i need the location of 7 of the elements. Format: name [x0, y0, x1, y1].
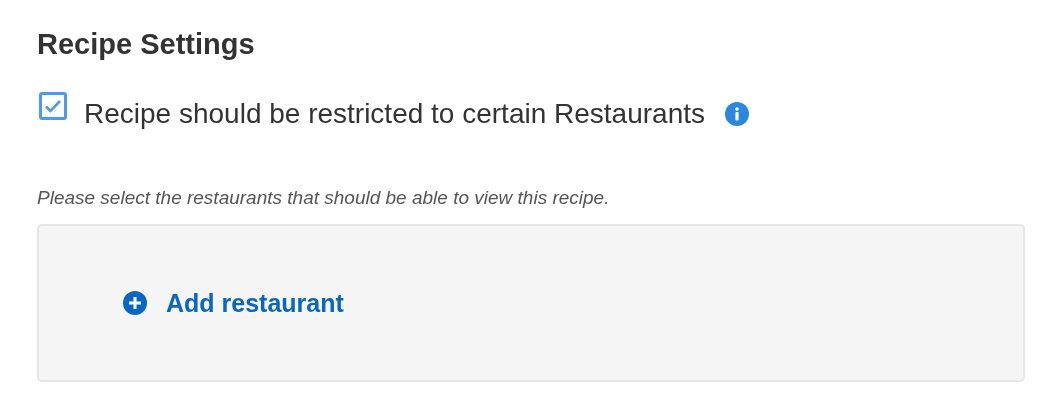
checkbox[interactable] [39, 92, 67, 120]
plus-circle-icon [123, 291, 147, 315]
info-icon[interactable] [725, 102, 749, 126]
hint-text: Please select the restaurants that should be able to view this recipe. [37, 186, 611, 210]
checkbox-label: Recipe should be restricted to certain Restaurants [84, 97, 705, 131]
section-title: Recipe Settings [37, 27, 256, 62]
add-restaurant-button[interactable]: Add restaurant [123, 288, 344, 318]
